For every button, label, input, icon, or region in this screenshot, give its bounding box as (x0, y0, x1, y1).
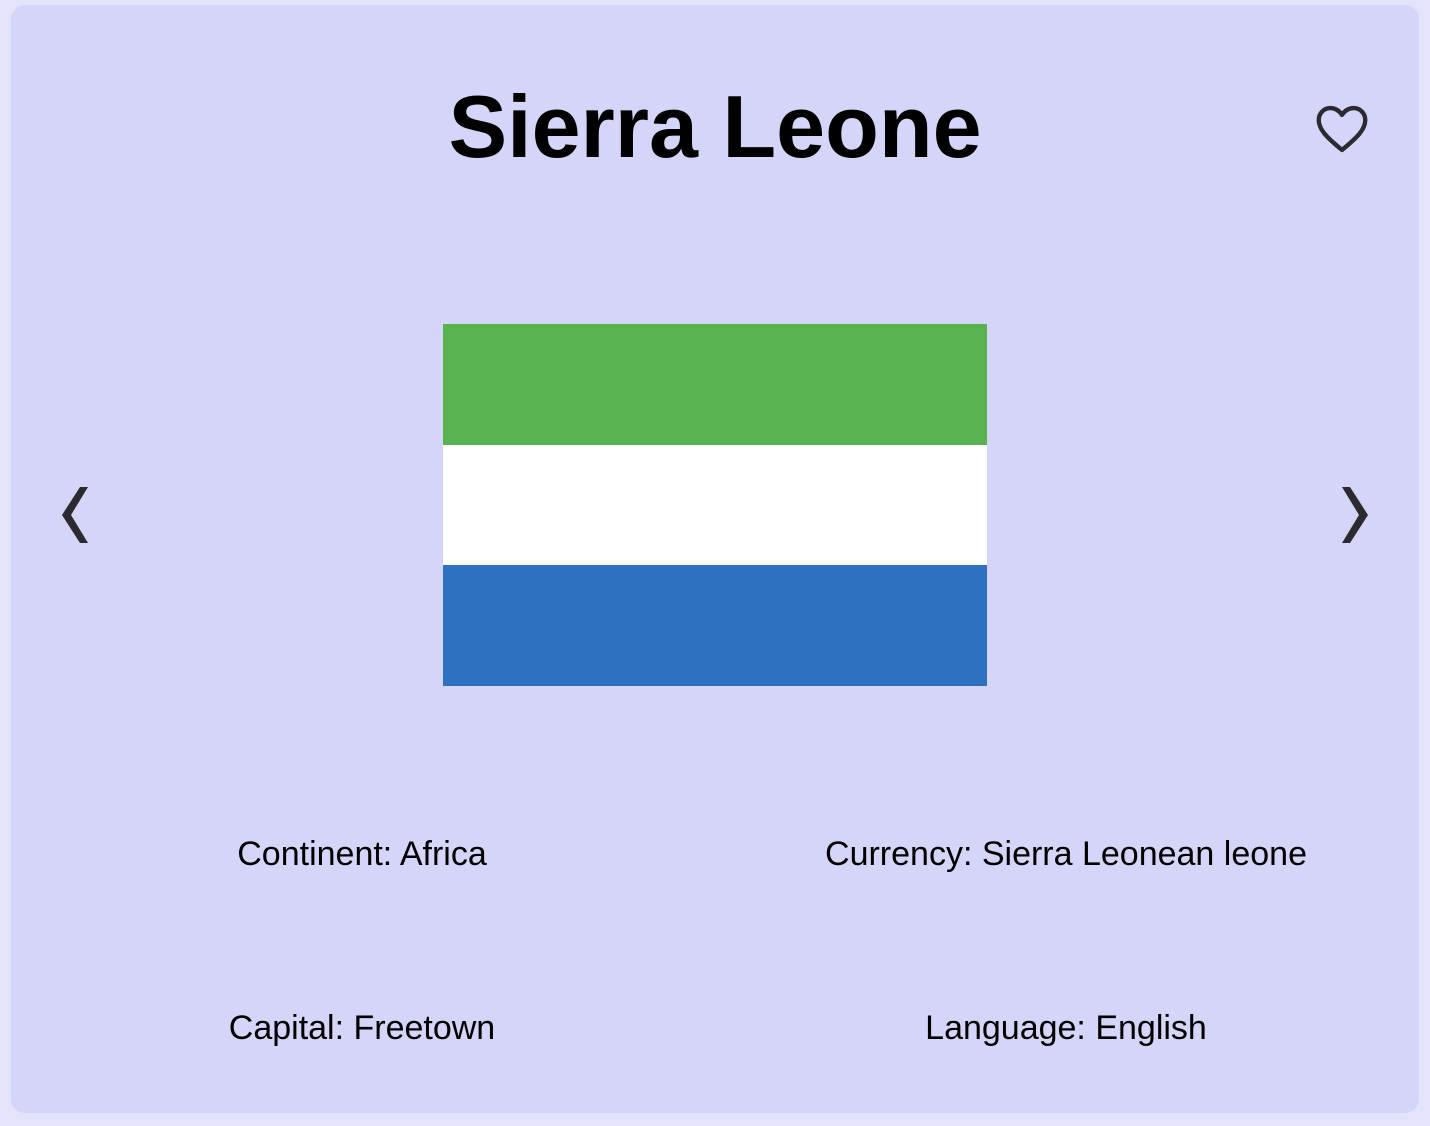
flag-stripe-white (443, 444, 987, 566)
chevron-left-icon (62, 487, 88, 543)
country-name: Sierra Leone (448, 77, 982, 176)
continent-info: Continent: Africa (237, 835, 487, 873)
chevron-right-icon (1342, 487, 1368, 543)
country-card: Sierra Leone Continent: Africa Currency:… (11, 5, 1419, 1113)
capital-info: Capital: Freetown (228, 1009, 496, 1047)
currency-info: Currency: Sierra Leonean leone (825, 835, 1307, 873)
heart-outline-icon (1316, 105, 1368, 153)
flag-stripe-green (443, 324, 987, 445)
country-flag (443, 324, 987, 687)
previous-country-button[interactable] (40, 475, 100, 555)
favorite-button[interactable] (1311, 97, 1373, 159)
flag-stripe-blue (443, 565, 987, 687)
language-info: Language: English (925, 1009, 1207, 1047)
next-country-button[interactable] (1330, 475, 1390, 555)
